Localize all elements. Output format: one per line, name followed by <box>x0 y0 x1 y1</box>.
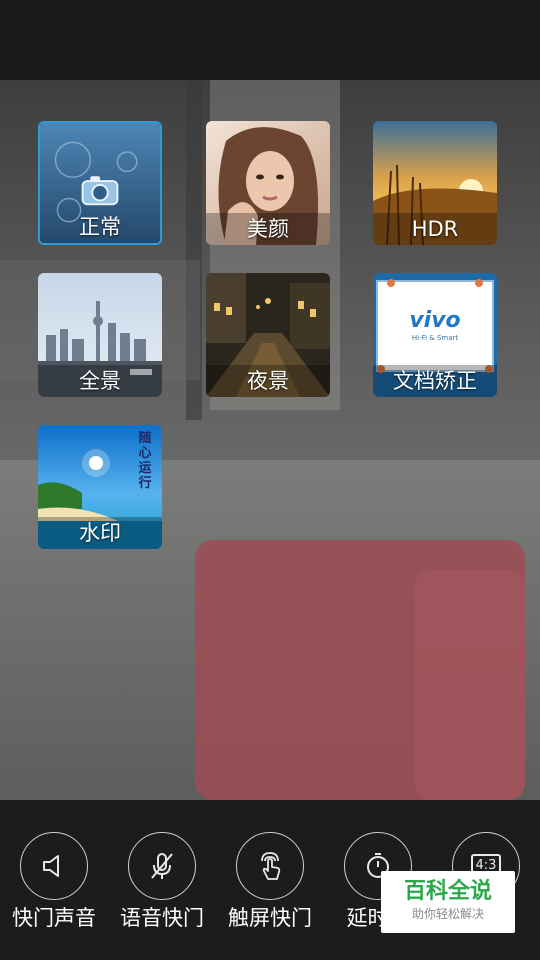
overlay-subtitle: 助你轻松解决 <box>411 907 484 921</box>
mode-tile-panorama[interactable]: 全景 <box>38 273 162 397</box>
mode-tile-watermark[interactable]: 随心运行 水印 <box>38 425 162 549</box>
setting-label: 触屏快门 <box>228 906 312 930</box>
mode-tile-night[interactable]: 夜景 <box>206 273 330 397</box>
mode-label: 夜景 <box>206 365 330 397</box>
mode-label: 文档矫正 <box>373 365 497 397</box>
mode-label: 美颜 <box>206 213 330 245</box>
setting-button[interactable] <box>236 832 304 900</box>
mode-label: HDR <box>373 213 497 245</box>
mode-label: 全景 <box>38 365 162 397</box>
vivo-logo: vivo Hi-Fi & Smart <box>373 309 497 343</box>
mode-tile-beauty[interactable]: 美颜 <box>206 121 330 245</box>
logo-text: vivo <box>409 308 461 333</box>
mode-tile-normal[interactable]: 正常 <box>38 121 162 245</box>
microphone-muted-icon <box>151 853 173 879</box>
overlay-watermark: 百科全说 助你轻松解决 <box>381 871 515 933</box>
logo-subtext: Hi-Fi & Smart <box>411 334 459 342</box>
overlay-title: 百科全说 <box>403 879 492 904</box>
mode-label: 正常 <box>79 215 121 239</box>
mode-tile-hdr[interactable]: HDR <box>373 121 497 245</box>
setting-touch-shutter[interactable]: 触屏快门 <box>216 832 324 932</box>
setting-voice-shutter[interactable]: 语音快门 <box>108 832 216 932</box>
speaker-icon <box>43 855 59 877</box>
setting-label: 快门声音 <box>12 906 96 930</box>
touch-hand-icon <box>261 852 281 880</box>
setting-button[interactable] <box>128 832 196 900</box>
background-pink-edge <box>415 570 525 800</box>
mode-tile-document[interactable]: vivo Hi-Fi & Smart 文档矫正 <box>373 273 497 397</box>
mode-label: 水印 <box>38 517 162 549</box>
top-bar <box>0 0 540 80</box>
watermark-stamp-text: 随心运行 <box>138 431 152 491</box>
setting-label: 语音快门 <box>120 906 204 930</box>
setting-button[interactable] <box>20 832 88 900</box>
setting-shutter-sound[interactable]: 快门声音 <box>0 832 108 932</box>
